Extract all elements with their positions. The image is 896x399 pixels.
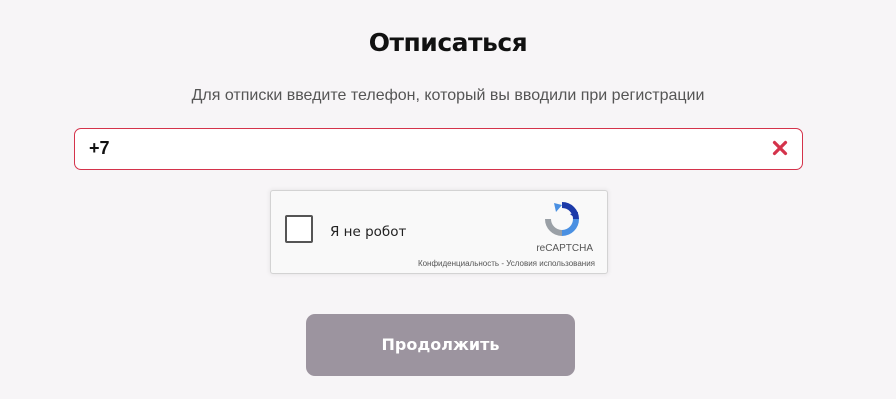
phone-field[interactable] bbox=[74, 128, 803, 170]
recaptcha-logo-icon bbox=[545, 202, 579, 236]
unsubscribe-page: Отписаться Для отписки введите телефон, … bbox=[0, 0, 896, 399]
page-title: Отписаться bbox=[368, 28, 528, 57]
page-subtitle: Для отписки введите телефон, который вы … bbox=[191, 87, 705, 104]
phone-input[interactable] bbox=[89, 129, 749, 168]
continue-button[interactable]: Продолжить bbox=[306, 314, 575, 376]
privacy-link[interactable]: Конфиденциальность bbox=[418, 259, 499, 268]
clear-icon[interactable] bbox=[772, 140, 788, 156]
recaptcha-widget: Я не робот reCAPTCHA Конфиденциальность … bbox=[270, 190, 608, 274]
captcha-checkbox[interactable] bbox=[285, 215, 313, 243]
captcha-label: Я не робот bbox=[330, 224, 407, 240]
terms-link[interactable]: Условия использования bbox=[506, 259, 595, 268]
recaptcha-brand: reCAPTCHA bbox=[536, 243, 593, 254]
recaptcha-links: Конфиденциальность - Условия использован… bbox=[418, 259, 595, 268]
